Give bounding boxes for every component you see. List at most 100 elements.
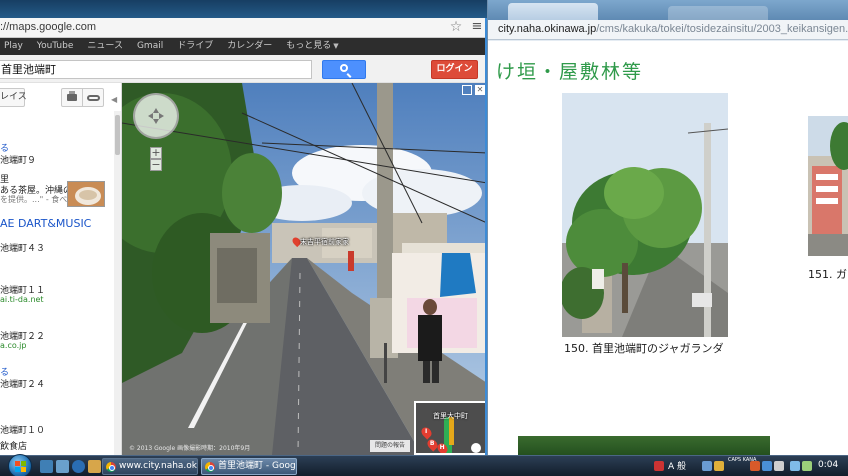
zoom-out-button[interactable]: − bbox=[150, 159, 162, 171]
right-url-text[interactable]: city.naha.okinawa.jp/cms/kakuka/tokei/to… bbox=[498, 23, 848, 35]
photo-151 bbox=[808, 116, 848, 256]
link-icon bbox=[87, 95, 100, 101]
taskbar-task-maps[interactable]: 首里池端町 - Goog... bbox=[201, 458, 297, 475]
result-title[interactable]: AE DART&MUSIC bbox=[0, 217, 91, 230]
right-browser-tab-inactive[interactable] bbox=[668, 6, 768, 20]
taskbar-task-label: www.city.naha.ok... bbox=[119, 461, 198, 471]
results-sidebar: レイス ◀ る 池端町９ 里 ある茶屋。沖縄の を提供。..." - 食べログ.… bbox=[0, 83, 122, 455]
result-url[interactable]: a.co.jp bbox=[0, 341, 26, 350]
maps-search-row: 首里池端町 ログイン bbox=[0, 55, 485, 83]
fullscreen-icon[interactable] bbox=[462, 85, 472, 95]
report-problem-button[interactable]: 問題の報告 bbox=[370, 440, 410, 452]
photo-151-art bbox=[808, 116, 848, 256]
maps-browser-window: ://maps.google.com ☆ ≡ Play YouTube ニュース… bbox=[0, 18, 487, 455]
photo-caption-151: 151. ガ bbox=[808, 268, 847, 281]
pdf-page: け垣・屋敷林等 150. 首里池端町のジャガランダ 151. ガ bbox=[488, 41, 848, 455]
bookmark-star-icon[interactable]: ☆ bbox=[449, 19, 463, 35]
chrome-icon bbox=[106, 462, 116, 472]
result-address: 池端町２４ bbox=[0, 380, 46, 390]
google-bar: Play YouTube ニュース Gmail ドライブ カレンダー もっと見る… bbox=[0, 38, 485, 55]
result-address: 池端町１０ bbox=[0, 426, 46, 436]
search-icon bbox=[340, 64, 348, 72]
gbar-more[interactable]: もっと見る ▼ bbox=[279, 38, 345, 55]
street-view-panorama[interactable]: + − ✕ 末吉平宿前家家 © 2013 Google 画像撮影時期：2010年… bbox=[122, 83, 485, 455]
gbar-calendar[interactable]: カレンダー bbox=[220, 38, 279, 55]
map-marker-letter: B bbox=[429, 440, 435, 448]
result-address: 池端町９ bbox=[0, 156, 37, 166]
url-text[interactable]: ://maps.google.com bbox=[0, 21, 96, 33]
pan-control[interactable] bbox=[133, 93, 179, 139]
gbar-youtube[interactable]: YouTube bbox=[30, 38, 81, 55]
system-tray: A 般 CAPS KANA 0:04 bbox=[650, 457, 848, 475]
map-marker-letter: I bbox=[425, 428, 428, 436]
desktop-background-strip bbox=[0, 0, 487, 18]
pdf-browser-window: city.naha.okinawa.jp/cms/kakuka/tokei/to… bbox=[487, 0, 848, 455]
gbar-gmail[interactable]: Gmail bbox=[130, 38, 170, 55]
result-address: 池端町４３ bbox=[0, 244, 46, 254]
copyright-text: © 2013 Google 画像撮影時期：2010年9月 bbox=[129, 445, 251, 452]
taskbar: www.city.naha.ok... 首里池端町 - Goog... A 般 … bbox=[0, 454, 848, 476]
print-button[interactable] bbox=[61, 88, 83, 107]
right-url-path: /cms/kakuka/tokei/tosidezainsitu/2003_ke… bbox=[596, 23, 848, 35]
volume-icon[interactable] bbox=[774, 461, 784, 471]
close-icon[interactable]: ✕ bbox=[475, 85, 485, 95]
gbar-news[interactable]: ニュース bbox=[80, 38, 130, 55]
tray-app-icon[interactable] bbox=[802, 461, 812, 471]
folder-icon[interactable] bbox=[88, 460, 101, 473]
browser-menu-icon[interactable]: ≡ bbox=[470, 19, 484, 35]
places-button[interactable]: レイス bbox=[0, 88, 27, 107]
ie-icon[interactable] bbox=[72, 460, 85, 473]
map-marker-letter: H bbox=[439, 444, 445, 452]
ime-indicator[interactable]: A 般 bbox=[668, 459, 686, 472]
network-icon[interactable] bbox=[762, 461, 772, 471]
show-desktop-icon[interactable] bbox=[40, 460, 53, 473]
search-input[interactable]: 首里池端町 bbox=[0, 60, 312, 79]
sidebar-scrollbar-thumb[interactable] bbox=[115, 115, 120, 155]
tray-app-icon[interactable] bbox=[750, 461, 760, 471]
sidebar-toolbar: レイス ◀ bbox=[0, 87, 121, 109]
alert-icon[interactable] bbox=[654, 461, 664, 471]
photo-caption-150: 150. 首里池端町のジャガランダ bbox=[564, 342, 724, 355]
gbar-play[interactable]: Play bbox=[0, 38, 30, 55]
sidebar-scrollbar[interactable] bbox=[114, 111, 121, 455]
tray-app-icon[interactable] bbox=[702, 461, 712, 471]
street-scene bbox=[122, 83, 485, 455]
minimap-route bbox=[449, 417, 454, 445]
result-thumbnail[interactable] bbox=[67, 181, 105, 207]
pegman-icon[interactable] bbox=[471, 443, 481, 453]
flag-icon[interactable] bbox=[790, 461, 800, 471]
chrome-icon bbox=[205, 462, 215, 472]
right-address-bar[interactable]: city.naha.okinawa.jp/cms/kakuka/tokei/to… bbox=[488, 20, 848, 40]
place-label[interactable]: 末吉平宿前家家 bbox=[300, 237, 349, 247]
gbar-drive[interactable]: ドライブ bbox=[170, 38, 220, 55]
right-url-host: city.naha.okinawa.jp bbox=[498, 23, 597, 35]
search-button[interactable] bbox=[322, 60, 366, 79]
chevron-down-icon: ▼ bbox=[333, 42, 339, 50]
right-browser-tab[interactable] bbox=[508, 3, 598, 20]
taskbar-task-naha[interactable]: www.city.naha.ok... bbox=[102, 458, 198, 475]
link-button[interactable] bbox=[82, 88, 104, 107]
map-marker[interactable]: I bbox=[419, 425, 434, 440]
compass-icon bbox=[148, 108, 164, 124]
tray-app-icon[interactable] bbox=[714, 461, 724, 471]
jacaranda-photo-art bbox=[562, 93, 728, 337]
taskbar-task-label: 首里池端町 - Goog... bbox=[218, 461, 297, 471]
address-bar[interactable]: ://maps.google.com ☆ ≡ bbox=[0, 18, 485, 38]
result-category: 飲食店 bbox=[0, 442, 28, 452]
gbar-more-label: もっと見る bbox=[286, 41, 332, 51]
login-button[interactable]: ログイン bbox=[431, 60, 478, 79]
minimap-label: 首里大中町 bbox=[433, 412, 468, 420]
start-button[interactable] bbox=[8, 454, 32, 476]
next-row-photo bbox=[518, 436, 770, 455]
collapse-panel-icon[interactable]: ◀ bbox=[111, 95, 117, 104]
right-browser-tabstrip bbox=[488, 0, 848, 20]
windows-logo-icon bbox=[15, 461, 26, 472]
jacaranda-photo bbox=[562, 93, 728, 337]
clock[interactable]: 0:04 bbox=[818, 460, 838, 470]
printer-icon bbox=[67, 91, 77, 101]
explorer-icon[interactable] bbox=[56, 460, 69, 473]
tea-bowl-photo bbox=[68, 182, 104, 206]
result-url[interactable]: ai.ti-da.net bbox=[0, 295, 44, 304]
pdf-heading: け垣・屋敷林等 bbox=[496, 61, 644, 83]
street-view-minimap[interactable]: 首里大中町 I B H bbox=[414, 401, 485, 455]
